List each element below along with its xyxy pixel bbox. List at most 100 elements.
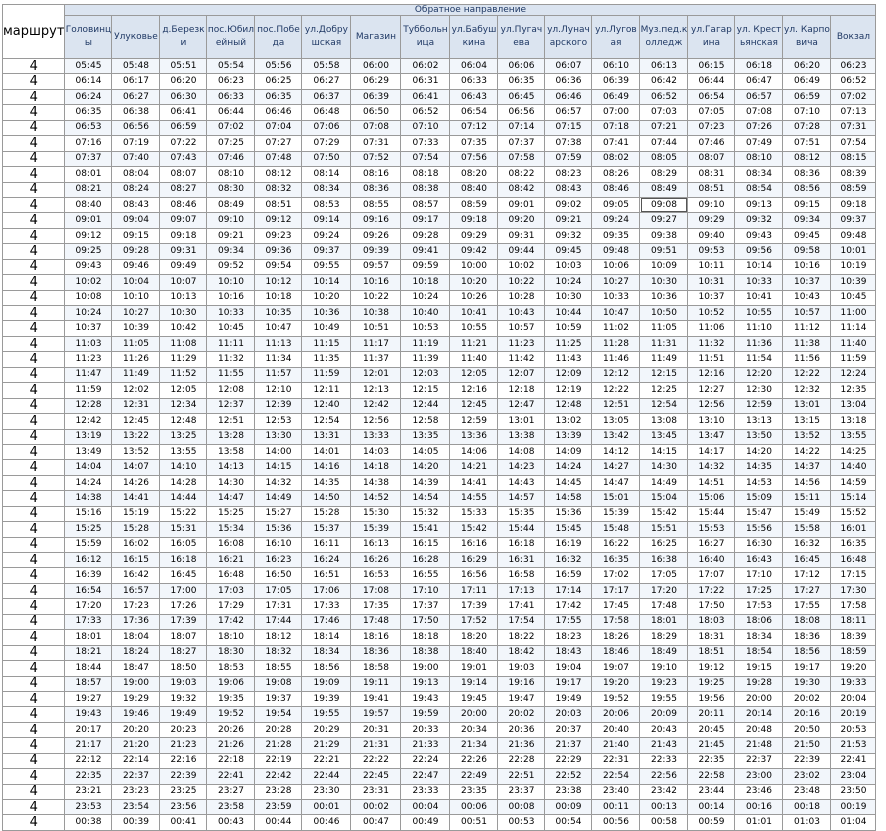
time-cell[interactable]: 09:34 [782,212,832,229]
time-cell[interactable]: 07:16 [64,135,113,152]
time-cell[interactable]: 06:07 [544,57,593,75]
time-cell[interactable]: 14:16 [301,459,352,476]
time-cell[interactable]: 19:06 [206,675,256,692]
time-cell[interactable]: 08:43 [544,181,593,198]
route-cell[interactable]: 4 [1,752,66,770]
time-cell[interactable]: 17:26 [159,598,208,615]
time-cell[interactable]: 19:08 [254,675,303,692]
time-cell[interactable]: 08:02 [591,150,641,168]
time-cell[interactable]: 07:19 [111,135,161,152]
time-cell[interactable]: 22:42 [254,768,303,785]
time-cell[interactable]: 16:02 [111,536,161,554]
time-cell[interactable]: 22:18 [206,752,256,770]
time-cell[interactable]: 08:27 [159,181,208,198]
time-cell[interactable]: 09:18 [159,227,208,245]
time-cell[interactable]: 14:23 [497,459,546,476]
time-cell[interactable]: 07:37 [497,135,546,152]
time-cell[interactable]: 18:24 [111,644,161,662]
time-cell[interactable]: 19:54 [254,706,303,723]
time-cell[interactable]: 12:32 [782,382,832,399]
time-cell[interactable]: 00:16 [734,798,784,816]
time-cell[interactable]: 00:53 [497,814,546,831]
time-cell[interactable]: 20:28 [254,721,303,739]
time-cell[interactable]: 12:45 [111,413,161,430]
time-cell[interactable]: 08:54 [734,181,784,198]
time-cell[interactable]: 20:34 [449,721,499,739]
time-cell[interactable]: 09:59 [400,258,451,276]
time-cell[interactable]: 16:57 [111,582,161,600]
time-cell[interactable]: 08:43 [111,196,161,214]
time-cell[interactable]: 00:04 [400,798,451,816]
time-cell[interactable]: 10:38 [350,304,402,322]
time-cell[interactable]: 09:31 [159,243,208,260]
time-cell[interactable]: 14:52 [350,490,402,507]
time-cell[interactable]: 18:12 [254,629,303,646]
time-cell[interactable]: 19:43 [400,690,451,708]
time-cell[interactable]: 16:24 [301,551,352,569]
time-cell[interactable]: 20:37 [544,721,593,739]
time-cell[interactable]: 12:53 [254,413,303,430]
time-cell[interactable]: 15:52 [830,505,877,523]
time-cell[interactable]: 17:22 [687,582,736,600]
route-cell[interactable]: 4 [1,166,66,183]
time-cell[interactable]: 23:31 [350,783,402,801]
time-cell[interactable]: 00:06 [449,798,499,816]
time-cell[interactable]: 09:45 [782,227,832,245]
time-cell[interactable]: 22:51 [497,768,546,785]
route-cell[interactable]: 4 [1,150,66,168]
time-cell[interactable]: 13:33 [350,428,402,445]
time-cell[interactable]: 17:48 [350,613,402,631]
time-cell[interactable]: 10:24 [400,289,451,307]
time-cell[interactable]: 14:07 [111,459,161,476]
time-cell[interactable]: 09:57 [350,258,402,276]
time-cell[interactable]: 07:21 [639,119,689,137]
time-cell[interactable]: 20:11 [687,706,736,723]
time-cell[interactable]: 11:54 [734,351,784,368]
time-cell[interactable]: 10:12 [254,274,303,291]
time-cell[interactable]: 09:34 [206,243,256,260]
time-cell[interactable]: 18:23 [544,629,593,646]
time-cell[interactable]: 14:32 [687,459,736,476]
time-cell[interactable]: 09:21 [206,227,256,245]
time-cell[interactable]: 18:46 [591,644,641,662]
time-cell[interactable]: 14:15 [639,443,689,461]
time-cell[interactable]: 14:53 [734,474,784,492]
time-cell[interactable]: 14:27 [591,459,641,476]
time-cell[interactable]: 10:13 [159,289,208,307]
time-cell[interactable]: 20:53 [830,721,877,739]
time-cell[interactable]: 12:54 [639,397,689,415]
time-cell[interactable]: 23:02 [782,768,832,785]
time-cell[interactable]: 18:26 [591,629,641,646]
time-cell[interactable]: 14:06 [449,443,499,461]
time-cell[interactable]: 11:12 [782,320,832,337]
time-cell[interactable]: 14:20 [734,443,784,461]
route-cell[interactable]: 4 [1,227,66,245]
time-cell[interactable]: 14:26 [111,474,161,492]
time-cell[interactable]: 00:41 [159,814,208,831]
time-cell[interactable]: 19:52 [206,706,256,723]
time-cell[interactable]: 09:43 [734,227,784,245]
time-cell[interactable]: 17:11 [449,582,499,600]
time-cell[interactable]: 15:53 [687,521,736,538]
time-cell[interactable]: 23:35 [449,783,499,801]
time-cell[interactable]: 07:40 [111,150,161,168]
time-cell[interactable]: 12:18 [497,382,546,399]
time-cell[interactable]: 16:23 [254,551,303,569]
time-cell[interactable]: 23:27 [206,783,256,801]
time-cell[interactable]: 17:42 [544,598,593,615]
time-cell[interactable]: 13:52 [782,428,832,445]
time-cell[interactable]: 11:17 [350,335,402,353]
time-cell[interactable]: 08:18 [400,166,451,183]
time-cell[interactable]: 12:01 [350,366,402,384]
route-cell[interactable]: 4 [1,351,66,368]
time-cell[interactable]: 19:16 [497,675,546,692]
time-cell[interactable]: 09:53 [687,243,736,260]
route-cell[interactable]: 4 [1,505,66,523]
time-cell[interactable]: 18:10 [206,629,256,646]
time-cell[interactable]: 23:42 [639,783,689,801]
time-cell[interactable]: 09:42 [449,243,499,260]
time-cell[interactable]: 13:39 [544,428,593,445]
time-cell[interactable]: 21:20 [111,737,161,754]
route-cell[interactable]: 4 [1,289,66,307]
time-cell[interactable]: 20:02 [497,706,546,723]
